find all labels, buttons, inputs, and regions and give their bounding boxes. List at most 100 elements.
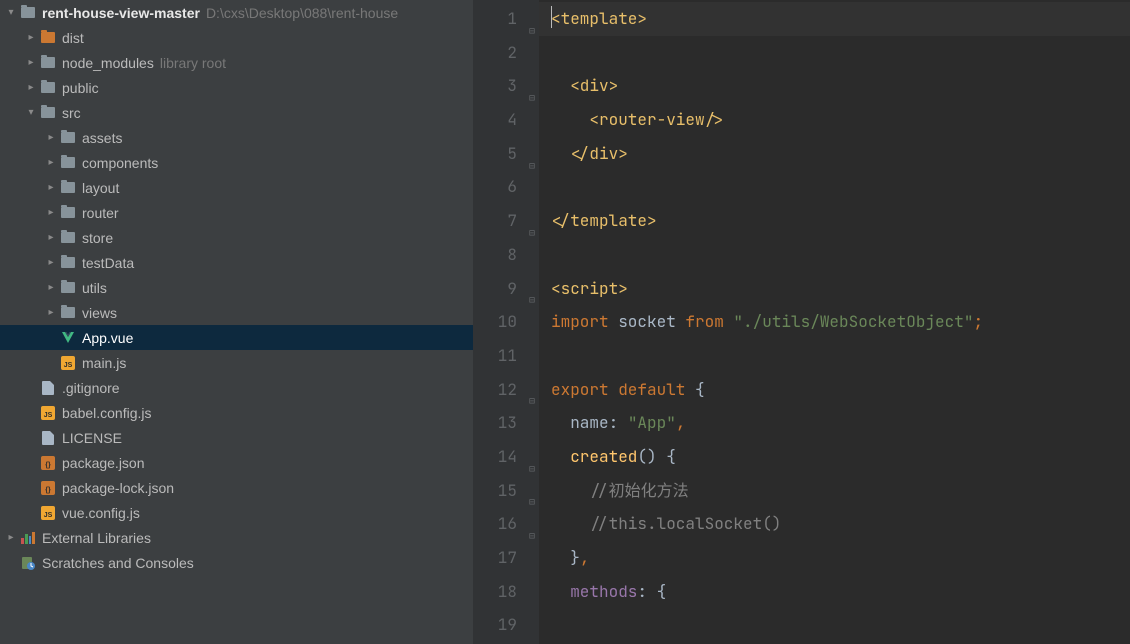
tree-item[interactable]: ▸components bbox=[0, 150, 473, 175]
gutter-line[interactable]: 16⊟ bbox=[473, 507, 539, 541]
tree-item-label: utils bbox=[82, 280, 107, 296]
code-line[interactable]: </template> bbox=[539, 204, 1130, 238]
gutter-line[interactable]: 12⊟ bbox=[473, 373, 539, 407]
code-line[interactable]: <script> bbox=[539, 272, 1130, 306]
js-file-icon: JS bbox=[40, 405, 56, 421]
json-file-icon: {} bbox=[40, 455, 56, 471]
tree-item[interactable]: {}package.json bbox=[0, 450, 473, 475]
scratches-row[interactable]: Scratches and Consoles bbox=[0, 550, 473, 575]
chevron-down-icon[interactable]: ▾ bbox=[24, 106, 38, 120]
fold-indicator-icon[interactable]: ⊟ bbox=[525, 14, 535, 24]
tree-item[interactable]: ▸ public bbox=[0, 75, 473, 100]
tree-item[interactable]: ▸store bbox=[0, 225, 473, 250]
gutter-line[interactable]: 15⊟ bbox=[473, 474, 539, 508]
project-root-row[interactable]: ▾ rent-house-view-master D:\cxs\Desktop\… bbox=[0, 0, 473, 25]
gutter-line[interactable]: 18 bbox=[473, 575, 539, 609]
chevron-right-icon[interactable]: ▸ bbox=[44, 281, 58, 295]
fold-indicator-icon[interactable]: ⊟ bbox=[525, 452, 535, 462]
fold-indicator-icon[interactable]: ⊟ bbox=[525, 384, 535, 394]
tree-item[interactable]: ▸ router bbox=[0, 200, 473, 225]
code-editor[interactable]: 1⊟23⊟45⊟67⊟89⊟101112⊟1314⊟15⊟16⊟171819 <… bbox=[473, 0, 1130, 644]
fold-indicator-icon[interactable]: ⊟ bbox=[525, 283, 535, 293]
tree-item[interactable]: JSmain.js bbox=[0, 350, 473, 375]
folder-icon bbox=[60, 280, 76, 296]
tree-item[interactable]: ▾src bbox=[0, 100, 473, 125]
gutter-line[interactable]: 14⊟ bbox=[473, 440, 539, 474]
tree-item-label: router bbox=[82, 205, 119, 221]
gutter-line[interactable]: 13 bbox=[473, 406, 539, 440]
fold-indicator-icon[interactable]: ⊟ bbox=[525, 519, 535, 529]
editor-code-area[interactable]: <template> <div> <router-view/> </div> </… bbox=[539, 0, 1130, 644]
chevron-down-icon[interactable]: ▾ bbox=[4, 6, 18, 20]
tree-item[interactable]: ▸ utils bbox=[0, 275, 473, 300]
chevron-right-icon[interactable]: ▸ bbox=[44, 131, 58, 145]
tree-item[interactable]: ▸testData bbox=[0, 250, 473, 275]
code-line[interactable]: </div> bbox=[539, 137, 1130, 171]
code-line[interactable]: methods: { bbox=[539, 575, 1130, 609]
gutter-line[interactable]: 4 bbox=[473, 103, 539, 137]
code-line[interactable]: <div> bbox=[539, 69, 1130, 103]
gutter-line[interactable]: 1⊟ bbox=[473, 2, 539, 36]
tree-item-label: public bbox=[62, 80, 99, 96]
tree-item[interactable]: ▸ layout bbox=[0, 175, 473, 200]
gutter-line[interactable]: 7⊟ bbox=[473, 204, 539, 238]
gutter-line[interactable]: 9⊟ bbox=[473, 272, 539, 306]
code-line[interactable] bbox=[539, 608, 1130, 642]
tree-item-label: babel.config.js bbox=[62, 405, 152, 421]
chevron-right-icon[interactable]: ▸ bbox=[44, 181, 58, 195]
fold-indicator-icon[interactable]: ⊟ bbox=[525, 81, 535, 91]
code-line[interactable]: created() { bbox=[539, 440, 1130, 474]
tree-item[interactable]: App.vue bbox=[0, 325, 473, 350]
fold-indicator-icon[interactable]: ⊟ bbox=[525, 216, 535, 226]
code-line[interactable] bbox=[539, 238, 1130, 272]
tree-item[interactable]: LICENSE bbox=[0, 425, 473, 450]
chevron-right-icon[interactable]: ▸ bbox=[4, 531, 18, 545]
gutter-line[interactable]: 6 bbox=[473, 170, 539, 204]
fold-indicator-icon[interactable]: ⊟ bbox=[525, 149, 535, 159]
gutter-line[interactable]: 17 bbox=[473, 541, 539, 575]
chevron-right-icon[interactable]: ▸ bbox=[24, 31, 38, 45]
chevron-right-icon[interactable]: ▸ bbox=[24, 81, 38, 95]
code-line[interactable] bbox=[539, 339, 1130, 373]
chevron-right-icon[interactable]: ▸ bbox=[24, 56, 38, 70]
editor-gutter[interactable]: 1⊟23⊟45⊟67⊟89⊟101112⊟1314⊟15⊟16⊟171819 bbox=[473, 0, 539, 644]
code-line[interactable]: export default { bbox=[539, 373, 1130, 407]
js-file-icon: JS bbox=[40, 505, 56, 521]
tree-item[interactable]: JS babel.config.js bbox=[0, 400, 473, 425]
gutter-line[interactable]: 2 bbox=[473, 36, 539, 70]
gutter-line[interactable]: 19 bbox=[473, 608, 539, 642]
fold-indicator-icon[interactable]: ⊟ bbox=[525, 485, 535, 495]
code-line[interactable]: //this.localSocket() bbox=[539, 507, 1130, 541]
gutter-line[interactable]: 8 bbox=[473, 238, 539, 272]
tree-item-label: layout bbox=[82, 180, 119, 196]
folder-icon bbox=[60, 205, 76, 221]
tree-item[interactable]: ▸dist bbox=[0, 25, 473, 50]
gutter-line[interactable]: 5⊟ bbox=[473, 137, 539, 171]
tree-item[interactable]: .gitignore bbox=[0, 375, 473, 400]
tree-item[interactable]: ▸views bbox=[0, 300, 473, 325]
tree-item[interactable]: ▸node_moduleslibrary root bbox=[0, 50, 473, 75]
chevron-right-icon[interactable]: ▸ bbox=[44, 156, 58, 170]
tree-item[interactable]: ▸assets bbox=[0, 125, 473, 150]
tree-item[interactable]: JSvue.config.js bbox=[0, 500, 473, 525]
code-line[interactable]: <template> bbox=[539, 2, 1130, 36]
chevron-right-icon[interactable]: ▸ bbox=[44, 306, 58, 320]
tree-item[interactable]: {}package-lock.json bbox=[0, 475, 473, 500]
code-line[interactable]: name: "App", bbox=[539, 406, 1130, 440]
gutter-line[interactable]: 3⊟ bbox=[473, 69, 539, 103]
code-line[interactable]: <router-view/> bbox=[539, 103, 1130, 137]
external-libraries-row[interactable]: ▸ External Libraries bbox=[0, 525, 473, 550]
folder-icon bbox=[60, 255, 76, 271]
project-tree-panel[interactable]: ▾ rent-house-view-master D:\cxs\Desktop\… bbox=[0, 0, 473, 644]
code-line[interactable]: //初始化方法 bbox=[539, 474, 1130, 508]
code-line[interactable] bbox=[539, 170, 1130, 204]
code-line[interactable] bbox=[539, 36, 1130, 70]
code-line[interactable]: }, bbox=[539, 541, 1130, 575]
chevron-right-icon[interactable]: ▸ bbox=[44, 231, 58, 245]
chevron-right-icon[interactable]: ▸ bbox=[44, 206, 58, 220]
json-file-icon: {} bbox=[40, 480, 56, 496]
chevron-right-icon[interactable]: ▸ bbox=[44, 256, 58, 270]
gutter-line[interactable]: 11 bbox=[473, 339, 539, 373]
code-line[interactable]: import socket from "./utils/WebSocketObj… bbox=[539, 305, 1130, 339]
gutter-line[interactable]: 10 bbox=[473, 305, 539, 339]
